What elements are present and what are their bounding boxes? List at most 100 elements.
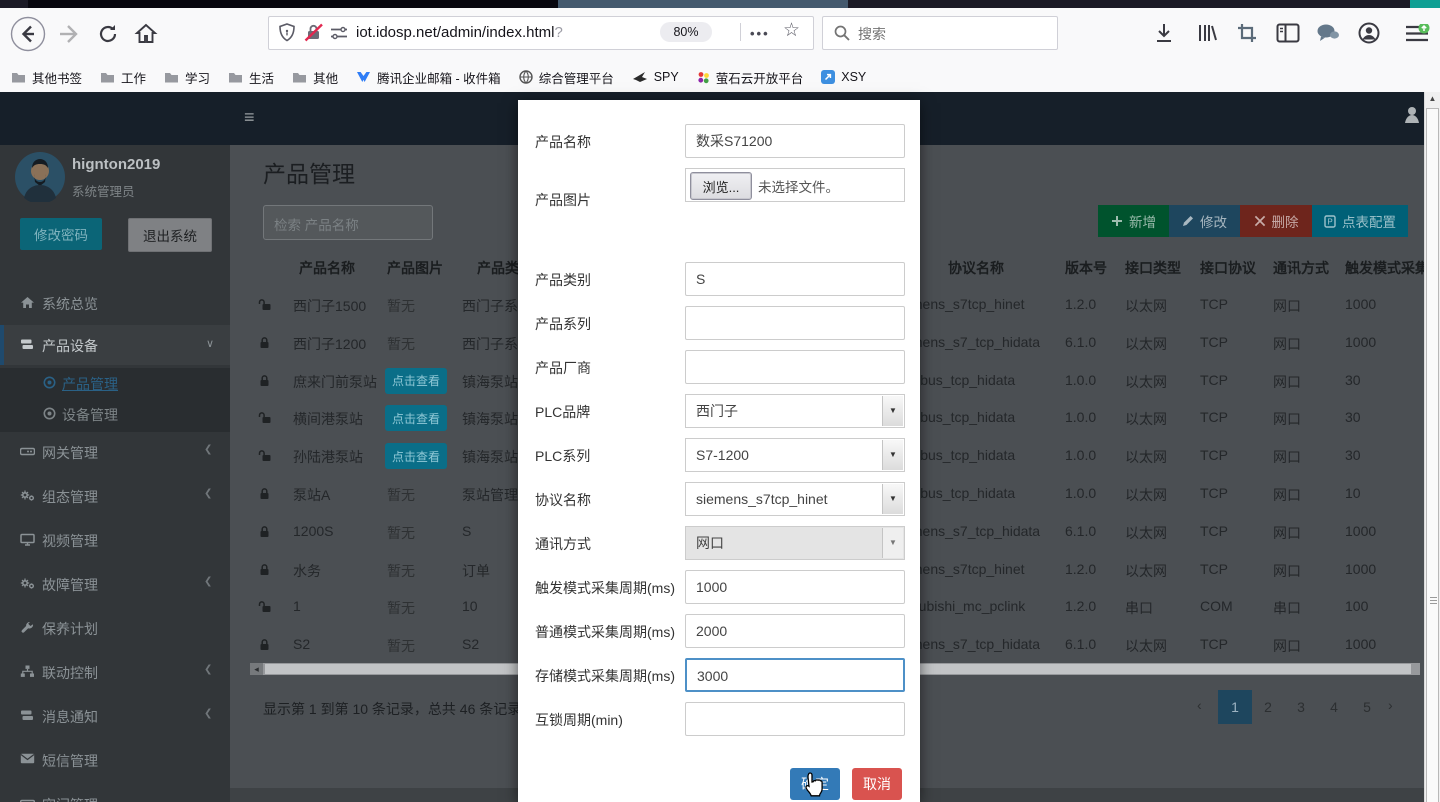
修改-button[interactable]: 修改	[1169, 205, 1240, 237]
screen: iot.idosp.net/admin/index.html? 80% ••• …	[0, 0, 1440, 802]
view-image-button[interactable]: 点击查看	[385, 405, 447, 431]
select-arrow-icon[interactable]: ▼	[882, 440, 903, 470]
sidebar-item-保养计划[interactable]: 保养计划	[0, 608, 230, 648]
field-input-互锁周期(min)[interactable]	[685, 702, 905, 736]
home-button[interactable]	[134, 22, 158, 46]
logout-button[interactable]: 退出系统	[128, 218, 212, 252]
forward-button[interactable]	[58, 24, 82, 44]
view-image-button[interactable]: 点击查看	[385, 443, 447, 469]
permissions-icon[interactable]	[330, 26, 348, 40]
select-arrow-icon[interactable]: ▼	[882, 528, 903, 558]
bookmark-label: 工作	[121, 68, 146, 87]
field-label: 产品系列	[535, 314, 685, 334]
新增-button[interactable]: 新增	[1098, 205, 1169, 237]
field-input-产品类别[interactable]: S	[685, 262, 905, 296]
sidebar-item-短信管理[interactable]: 短信管理	[0, 740, 230, 780]
zoom-badge[interactable]: 80%	[660, 22, 712, 42]
hdd-icon	[20, 445, 36, 459]
sidebar-subitem-label: 产品管理	[62, 374, 202, 392]
cancel-button[interactable]: 取消	[852, 768, 902, 800]
bookmarks-items: 其他书签 工作 学习生活其他腾讯企业邮箱 - 收件箱综合管理平台SPY 萤石云开放平台…	[2, 62, 875, 92]
library-icon[interactable]	[1196, 22, 1218, 44]
pagination-prev[interactable]: ‹	[1197, 697, 1213, 717]
menu-toggle-icon[interactable]: ≡	[244, 108, 262, 126]
lock-slash-icon[interactable]	[304, 23, 324, 42]
messages-icon[interactable]	[1316, 23, 1340, 43]
folder-icon	[228, 71, 243, 83]
field-select-通讯方式[interactable]: 网口▼	[685, 526, 905, 560]
bookmark-item[interactable]: 生活	[219, 63, 283, 91]
bookmark-item[interactable]: 腾讯企业邮箱 - 收件箱	[347, 63, 510, 91]
pagination-page-1[interactable]: 1	[1218, 690, 1252, 724]
table-search-input[interactable]: 检索 产品名称	[263, 205, 433, 240]
field-select-协议名称[interactable]: siemens_s7tcp_hinet▼	[685, 482, 905, 516]
sidebar-item-组态管理[interactable]: 组态管理❮	[0, 476, 230, 516]
star-icon[interactable]: ☆	[783, 19, 800, 42]
sidebar-item-label: 保养计划	[42, 619, 192, 637]
shield-icon[interactable]	[278, 23, 296, 42]
sidebar-subitem-设备管理[interactable]: 设备管理	[0, 399, 230, 429]
bookmark-label: 学习	[185, 68, 210, 87]
bookmark-item[interactable]: 其他	[283, 63, 347, 91]
sidebar-subitem-产品管理[interactable]: 产品管理	[0, 368, 230, 398]
sidebar-item-系统总览[interactable]: 系统总览	[0, 283, 230, 323]
bookmark-item[interactable]: 综合管理平台	[510, 63, 623, 91]
bookmark-item[interactable]: 学习	[155, 63, 219, 91]
field-input-普通模式采集周期(ms)[interactable]: 2000	[685, 614, 905, 648]
unlock-icon	[258, 449, 274, 463]
sidebar-panel-icon[interactable]	[1276, 22, 1300, 44]
pagination-page-3[interactable]: 3	[1284, 690, 1318, 724]
field-input-产品厂商[interactable]	[685, 350, 905, 384]
select-arrow-icon[interactable]: ▼	[882, 484, 903, 514]
field-select-PLC品牌[interactable]: 西门子▼	[685, 394, 905, 428]
pagination-page-4[interactable]: 4	[1317, 690, 1351, 724]
browse-button[interactable]: 浏览...	[690, 172, 752, 200]
sidebar-item-空间管理[interactable]: 空间管理	[0, 784, 230, 802]
bookmark-label: 萤石云开放平台	[716, 68, 804, 87]
sidebar-item-产品设备[interactable]: 产品设备∨	[0, 325, 230, 365]
vscroll-up-arrow-icon[interactable]: ▲	[1425, 94, 1440, 103]
sidebar-item-网关管理[interactable]: 网关管理❮	[0, 432, 230, 472]
reload-button[interactable]	[96, 22, 120, 46]
browser-vscrollbar[interactable]: ▲	[1424, 92, 1440, 802]
chevron-down-icon: ∨	[206, 337, 220, 351]
app-menu-icon[interactable]	[1404, 24, 1430, 44]
bookmark-item[interactable]: SPY	[623, 63, 688, 91]
sidebar-item-故障管理[interactable]: 故障管理❮	[0, 564, 230, 604]
view-image-button[interactable]: 点击查看	[385, 368, 447, 394]
bookmark-item[interactable]: 工作	[91, 63, 155, 91]
field-input-触发模式采集周期(ms)[interactable]: 1000	[685, 570, 905, 604]
back-button[interactable]	[10, 16, 46, 52]
folder-icon	[164, 71, 179, 83]
bookmark-item[interactable]: 其他书签	[2, 63, 91, 91]
bookmark-item[interactable]: 萤石云开放平台	[688, 63, 813, 91]
select-arrow-icon[interactable]: ▼	[882, 396, 903, 426]
vscroll-thumb[interactable]	[1426, 108, 1439, 802]
hscroll-left-arrow-icon[interactable]: ◂	[250, 663, 263, 675]
删除-button[interactable]: 删除	[1240, 205, 1312, 237]
topbar-user-icon[interactable]	[1404, 106, 1420, 124]
pagination-next[interactable]: ›	[1388, 697, 1404, 717]
window-top-strip-accent	[1410, 0, 1440, 8]
account-icon[interactable]	[1358, 22, 1380, 44]
pagination-page-5[interactable]: 5	[1350, 690, 1384, 724]
sidebar-item-联动控制[interactable]: 联动控制❮	[0, 652, 230, 692]
pencil-icon	[1182, 215, 1194, 227]
field-input-产品名称[interactable]: 数采S71200	[685, 124, 905, 158]
change-password-button[interactable]: 修改密码	[20, 218, 102, 250]
svg-text:P: P	[1327, 217, 1332, 226]
field-input-产品系列[interactable]	[685, 306, 905, 340]
radio-icon	[43, 376, 56, 389]
download-icon[interactable]	[1153, 22, 1175, 44]
field-input-存储模式采集周期(ms)[interactable]: 3000	[685, 658, 905, 692]
bookmark-item[interactable]: XSY	[812, 63, 875, 91]
screenshot-icon[interactable]	[1236, 22, 1258, 44]
file-input[interactable]: 浏览...未选择文件。	[685, 168, 905, 202]
more-icon[interactable]: •••	[750, 26, 770, 41]
sidebar-item-消息通知[interactable]: 消息通知❮	[0, 696, 230, 736]
pagination-page-2[interactable]: 2	[1251, 690, 1285, 724]
点表配置-button[interactable]: P点表配置	[1312, 205, 1408, 237]
field-select-PLC系列[interactable]: S7-1200▼	[685, 438, 905, 472]
page-title: 产品管理	[263, 155, 355, 189]
sidebar-item-视频管理[interactable]: 视频管理	[0, 520, 230, 560]
